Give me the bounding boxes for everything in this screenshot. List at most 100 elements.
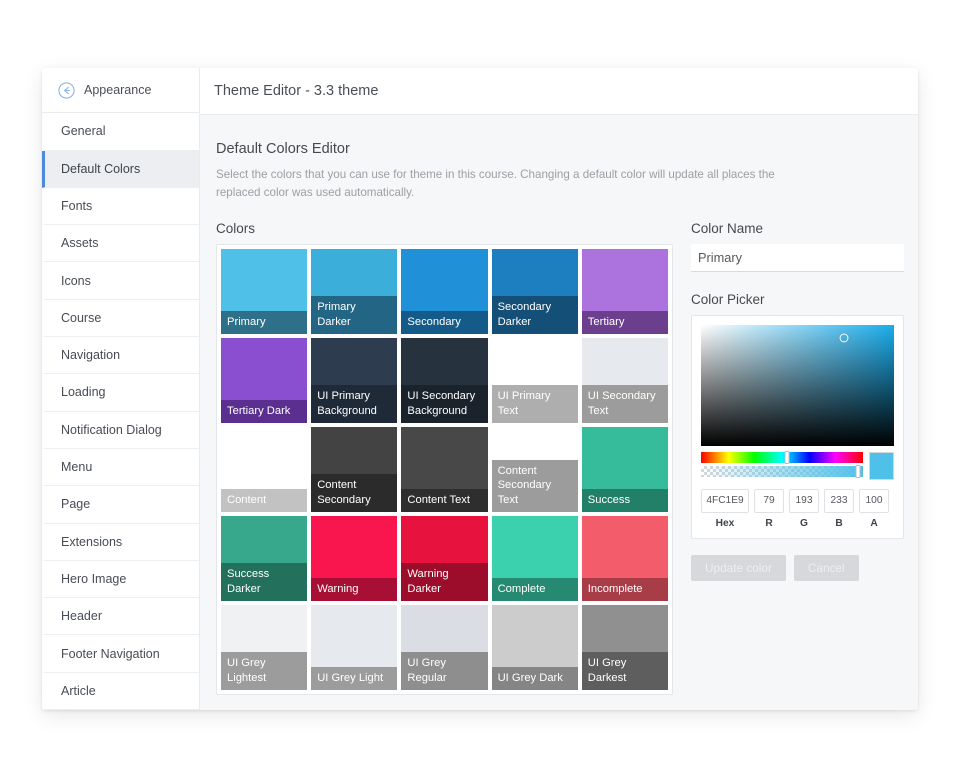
color-swatch[interactable]: UI Grey Light <box>311 604 398 690</box>
sidebar-item-label: Course <box>61 310 102 325</box>
color-swatch[interactable]: Content Secondary <box>311 426 398 512</box>
color-swatch-label: UI Grey Darkest <box>581 652 668 690</box>
color-swatch-label: UI Grey Light <box>311 666 398 690</box>
alpha-slider-handle[interactable] <box>855 464 861 478</box>
color-swatch[interactable]: UI Secondary Background <box>401 337 488 423</box>
sidebar-item-header[interactable]: Header <box>42 598 199 636</box>
sidebar-item-notification-dialog[interactable]: Notification Dialog <box>42 411 199 449</box>
hex-input-cell: Hex <box>701 488 749 529</box>
hue-slider[interactable] <box>701 450 863 464</box>
section-heading: Default Colors Editor <box>216 141 350 157</box>
sidebar-item-icons[interactable]: Icons <box>42 262 199 300</box>
sidebar-item-label: Footer Navigation <box>61 646 160 661</box>
slider-row <box>701 450 894 480</box>
sidebar-item-general[interactable]: General <box>42 113 199 151</box>
sidebar-nav-list: General Default Colors Fonts Assets Icons Cou… <box>42 113 199 710</box>
color-swatch[interactable]: Content Text <box>401 426 488 512</box>
color-swatch[interactable]: UI Primary Text <box>491 337 578 423</box>
sidebar: Appearance General Default Colors Fonts Ass… <box>42 68 200 710</box>
color-swatch[interactable]: Complete <box>491 515 578 601</box>
color-swatch[interactable]: Content <box>221 426 308 512</box>
color-swatch[interactable]: Warning <box>311 515 398 601</box>
sidebar-item-navigation[interactable]: Navigation <box>42 337 199 375</box>
editor-columns: Colors Primary Primary Darker Secondary Sec… <box>216 221 904 710</box>
color-swatch[interactable]: UI Grey Dark <box>491 604 578 690</box>
color-swatch[interactable]: Success Darker <box>221 515 308 601</box>
sidebar-item-assets[interactable]: Assets <box>42 225 199 263</box>
hue-slider-handle[interactable] <box>784 450 790 464</box>
alpha-slider[interactable] <box>701 464 863 478</box>
hex-input[interactable] <box>701 488 749 513</box>
saturation-cursor[interactable] <box>839 333 849 343</box>
blue-input[interactable] <box>824 488 854 513</box>
color-swatch[interactable]: Secondary <box>401 248 488 334</box>
sidebar-item-label: Navigation <box>61 348 121 363</box>
color-swatch-label: UI Secondary Background <box>401 385 488 423</box>
color-swatch-label: Tertiary <box>581 310 668 334</box>
sidebar-back-header[interactable]: Appearance <box>42 68 199 114</box>
color-swatch[interactable]: Primary <box>221 248 308 334</box>
titlebar: Theme Editor - 3.3 theme <box>200 68 918 115</box>
color-swatch-label: Incomplete <box>581 577 668 601</box>
back-arrow-circle-icon[interactable] <box>58 81 75 99</box>
editor-content: Default Colors Editor Select the colors … <box>200 115 918 710</box>
sidebar-item-hero-image[interactable]: Hero Image <box>42 560 199 599</box>
colors-label: Colors <box>216 220 256 236</box>
color-swatch[interactable]: UI Grey Regular <box>401 604 488 690</box>
blue-input-cell: B <box>824 488 854 529</box>
red-input[interactable] <box>754 488 784 513</box>
color-swatch[interactable]: Success <box>581 426 668 512</box>
theme-editor-window: Appearance General Default Colors Fonts Ass… <box>42 68 918 710</box>
color-swatch[interactable]: Primary Darker <box>311 248 398 334</box>
color-swatch[interactable]: Tertiary <box>581 248 668 334</box>
sidebar-item-course[interactable]: Course <box>42 299 199 338</box>
color-name-input[interactable] <box>691 243 904 272</box>
color-swatch[interactable]: Secondary Darker <box>491 248 578 334</box>
color-swatch[interactable]: UI Primary Background <box>311 337 398 423</box>
sidebar-item-page[interactable]: Page <box>42 486 199 524</box>
blue-input-label: B <box>835 517 843 529</box>
green-input[interactable] <box>789 488 819 513</box>
color-name-label: Color Name <box>691 220 764 236</box>
sidebar-item-loading[interactable]: Loading <box>42 374 199 412</box>
color-swatch[interactable]: Content Secondary Text <box>491 426 578 512</box>
color-swatch-label: Primary Darker <box>311 296 398 334</box>
color-swatch-label: Secondary Darker <box>491 296 578 334</box>
sidebar-item-label: Header <box>61 609 102 624</box>
sidebar-item-extensions[interactable]: Extensions <box>42 523 199 561</box>
color-swatch[interactable]: UI Grey Lightest <box>221 604 308 690</box>
color-swatch-label: UI Grey Lightest <box>221 652 308 690</box>
color-value-inputs: Hex R G B <box>701 488 894 529</box>
color-swatch[interactable]: UI Grey Darkest <box>581 604 668 690</box>
sliders-group <box>701 450 863 480</box>
color-swatch-label: UI Primary Background <box>311 385 398 423</box>
alpha-input-label: A <box>870 517 878 529</box>
sidebar-item-article[interactable]: Article <box>42 672 199 710</box>
section-description: Select the colors that you can use for t… <box>216 168 775 199</box>
color-swatch-label: Content Secondary <box>311 474 398 512</box>
color-picker-box: Hex R G B <box>691 314 904 539</box>
color-swatch[interactable]: Warning Darker <box>401 515 488 601</box>
sidebar-header-label: Appearance <box>84 83 152 98</box>
saturation-value-area[interactable] <box>701 324 894 446</box>
color-swatch[interactable]: Incomplete <box>581 515 668 601</box>
color-swatch-label: Complete <box>491 577 578 601</box>
color-swatch-label: UI Secondary Text <box>581 385 668 423</box>
color-swatch[interactable]: Tertiary Dark <box>221 337 308 423</box>
sidebar-item-menu[interactable]: Menu <box>42 448 199 487</box>
color-swatch-label: Primary <box>221 310 308 334</box>
alpha-input[interactable] <box>859 488 889 513</box>
sidebar-item-default-colors[interactable]: Default Colors <box>42 150 199 188</box>
sidebar-item-footer-navigation[interactable]: Footer Navigation <box>42 635 199 673</box>
color-swatch-label: Success <box>581 488 668 512</box>
color-swatch[interactable]: UI Secondary Text <box>581 337 668 423</box>
update-color-button[interactable]: Update color <box>691 554 786 581</box>
red-input-label: R <box>765 517 773 529</box>
cancel-button[interactable]: Cancel <box>793 554 859 581</box>
alpha-input-cell: A <box>859 488 889 529</box>
sidebar-item-label: Hero Image <box>61 571 127 586</box>
sidebar-item-label: Icons <box>61 273 91 288</box>
sidebar-item-fonts[interactable]: Fonts <box>42 187 199 226</box>
page-title: Theme Editor - 3.3 theme <box>214 83 379 99</box>
color-swatch-label: UI Grey Regular <box>401 652 488 690</box>
